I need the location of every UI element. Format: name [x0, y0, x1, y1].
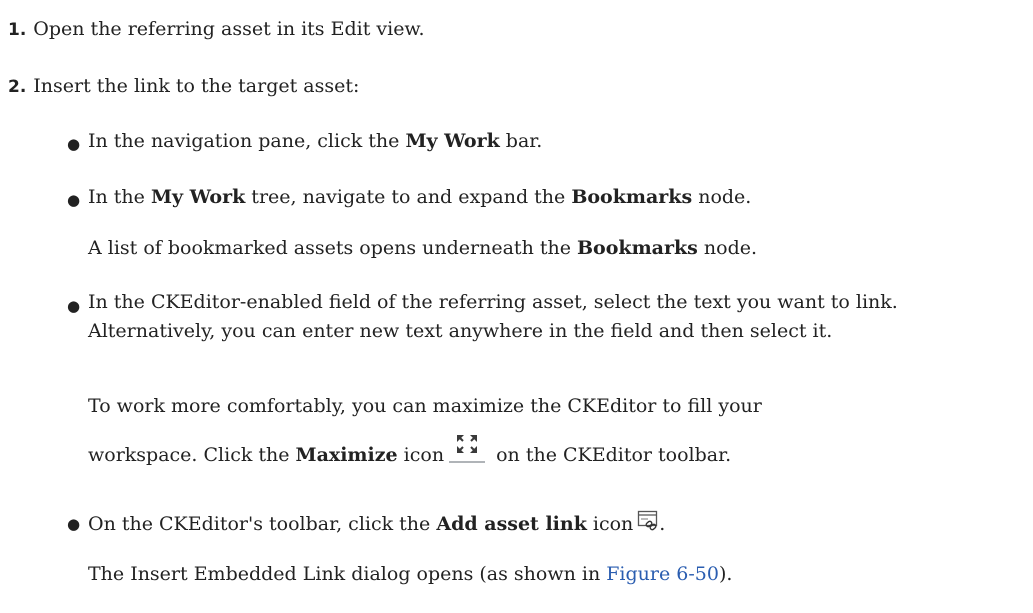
- step-number: 1.: [8, 20, 27, 40]
- step-2: 2. Insert the link to the target asset:: [8, 75, 359, 97]
- bullet-icon: ●: [67, 515, 81, 533]
- bullet-item: In the My Work tree, navigate to and exp…: [88, 186, 751, 208]
- text: node.: [697, 237, 758, 259]
- add-asset-link-icon: [637, 510, 659, 532]
- text: workspace. Click the: [88, 444, 296, 466]
- text: The Insert Embedded Link dialog opens (a…: [88, 563, 607, 585]
- text: node.: [692, 186, 752, 208]
- bullet-item: On the CKEditor's toolbar, click the Add…: [88, 510, 665, 535]
- bold-text: Bookmarks: [577, 237, 698, 259]
- bold-text: Maximize: [295, 444, 398, 466]
- bullet-icon: ●: [67, 191, 81, 209]
- text: on the CKEditor toolbar.: [490, 444, 732, 466]
- text: icon: [586, 513, 634, 535]
- bullet-note: workspace. Click the Maximize icon on th…: [88, 433, 731, 466]
- text: icon: [397, 444, 445, 466]
- text: In the navigation pane, click the: [88, 130, 406, 152]
- step-text: Open the referring asset in its Edit vie…: [33, 18, 425, 40]
- text: A list of bookmarked assets opens undern…: [88, 237, 577, 259]
- bullet-item: In the CKEditor-enabled field of the ref…: [88, 291, 898, 342]
- text: On the CKEditor's toolbar, click the: [88, 513, 437, 535]
- bold-text: My Work: [150, 186, 246, 208]
- bold-text: Bookmarks: [571, 186, 693, 208]
- bullet-note: The Insert Embedded Link dialog opens (a…: [88, 563, 732, 585]
- step-number: 2.: [8, 77, 27, 97]
- bold-text: Add asset link: [436, 513, 587, 535]
- text: ).: [718, 563, 733, 585]
- bullet-icon: ●: [67, 135, 81, 153]
- step-text: Insert the link to the target asset:: [33, 75, 360, 97]
- bullet-note: To work more comfortably, you can maximi…: [88, 395, 762, 417]
- step-1: 1. Open the referring asset in its Edit v…: [8, 18, 425, 40]
- bullet-item: In the navigation pane, click the My Wor…: [88, 130, 542, 152]
- maximize-icon: [449, 433, 486, 463]
- text: bar.: [499, 130, 543, 152]
- figure-link[interactable]: Figure 6-50: [606, 563, 719, 585]
- text: .: [659, 513, 666, 535]
- text: tree, navigate to and expand the: [245, 186, 572, 208]
- text: In the: [88, 186, 151, 208]
- bullet-note: A list of bookmarked assets opens undern…: [88, 237, 757, 259]
- bold-text: My Work: [405, 130, 500, 152]
- bullet-icon: ●: [67, 297, 81, 315]
